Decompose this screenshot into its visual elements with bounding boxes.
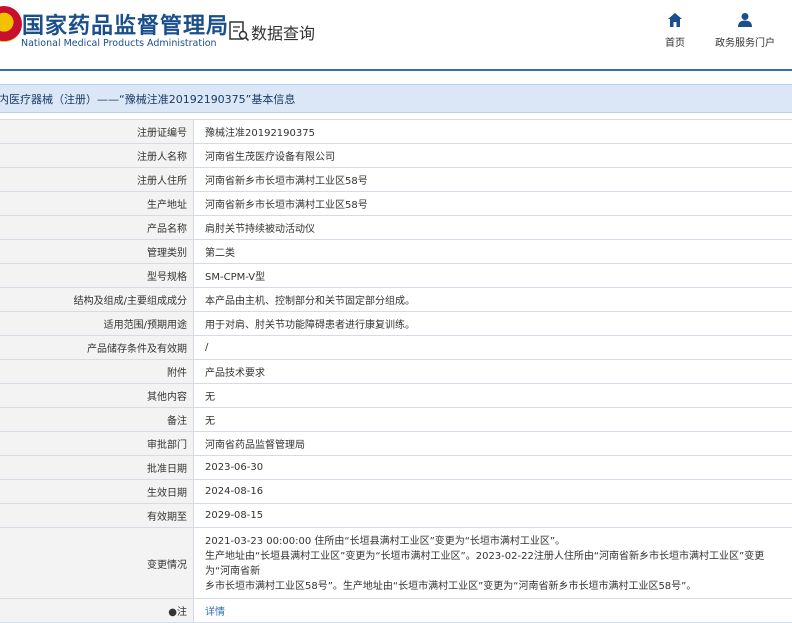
row-label: 审批部门: [0, 432, 194, 455]
row-value: 2024-08-16: [205, 486, 264, 497]
row-label: 备注: [0, 408, 194, 431]
nav-home[interactable]: 首页: [640, 12, 710, 49]
header-divider: [0, 69, 792, 71]
change-history-value: 2021-03-23 00:00:00 住所由“长垣县满村工业区”变更为“长垣市…: [205, 528, 785, 598]
nav-service-portal-label: 政务服务门户: [715, 38, 775, 49]
row-value: 河南省新乡市长垣市满村工业区58号: [205, 200, 368, 211]
table-row: 管理类别 第二类: [0, 240, 792, 264]
row-label: 结构及组成/主要组成成分: [0, 288, 194, 311]
row-value: 河南省新乡市长垣市满村工业区58号: [205, 176, 368, 187]
table-row: 注册人名称 河南省生茂医疗设备有限公司: [0, 144, 792, 168]
row-label: 附件: [0, 360, 194, 383]
table-row: 批准日期 2023-06-30: [0, 456, 792, 480]
site-title-cn[interactable]: 国家药品监督管理局: [22, 8, 229, 40]
row-label: 型号规格: [0, 264, 194, 287]
row-value: 用于对肩、肘关节功能障碍患者进行康复训练。: [205, 320, 415, 331]
home-icon: [668, 13, 682, 27]
table-row: 适用范围/预期用途 用于对肩、肘关节功能障碍患者进行康复训练。: [0, 312, 792, 336]
table-row: 其他内容无: [0, 384, 792, 408]
data-query-label: 数据查询: [251, 24, 316, 43]
row-value: /: [205, 342, 209, 353]
row-label: 批准日期: [0, 456, 194, 479]
row-label: 产品储存条件及有效期: [0, 336, 194, 359]
row-label: 变更情况: [0, 528, 194, 598]
table-row: 产品名称 肩肘关节持续被动活动仪: [0, 216, 792, 240]
table-row: 审批部门 河南省药品监督管理局: [0, 432, 792, 456]
row-label: 生产地址: [0, 192, 194, 215]
table-row: 生产地址 河南省新乡市长垣市满村工业区58号: [0, 192, 792, 216]
national-emblem-logo: [0, 6, 22, 42]
table-row: 附件 产品技术要求: [0, 360, 792, 384]
details-link[interactable]: 详情: [205, 603, 225, 618]
change-history-row: 变更情况 2021-03-23 00:00:00 住所由“长垣县满村工业区”变更…: [0, 528, 792, 599]
data-query-icon: [229, 21, 250, 42]
row-label: 产品名称: [0, 216, 194, 239]
row-label: 适用范围/预期用途: [0, 312, 194, 335]
table-row: 有效期至 2029-08-15: [0, 504, 792, 528]
row-value: 无: [205, 392, 215, 403]
row-label: 其他内容: [0, 384, 194, 407]
site-title-en: National Medical Products Administration: [21, 38, 217, 49]
row-label: 注册人住所: [0, 168, 194, 191]
change-line: 2021-03-23 00:00:00 住所由“长垣县满村工业区”变更为“长垣市…: [205, 536, 566, 547]
row-label: ●注: [0, 599, 194, 622]
nav-home-label: 首页: [665, 38, 685, 49]
table-row: 注册人住所 河南省新乡市长垣市满村工业区58号: [0, 168, 792, 192]
row-value: 第二类: [205, 248, 235, 259]
site-header: 国家药品监督管理局 National Medical Products Admi…: [0, 0, 792, 70]
note-row: ●注 详情: [0, 599, 792, 623]
row-value: 2023-06-30: [205, 462, 264, 473]
change-line: 生产地址由“长垣县满村工业区”变更为“长垣市满村工业区”。2023-02-22注…: [205, 551, 765, 577]
table-row: 注册证编号 豫械注准20192190375: [0, 120, 792, 144]
nav-service-portal[interactable]: 政务服务门户: [710, 12, 780, 49]
row-value: 2029-08-15: [205, 510, 264, 521]
row-value: 本产品由主机、控制部分和关节固定部分组成。: [205, 296, 415, 307]
row-value: 肩肘关节持续被动活动仪: [205, 224, 315, 235]
user-icon: [738, 13, 752, 27]
table-row: 结构及组成/主要组成成分 本产品由主机、控制部分和关节固定部分组成。: [0, 288, 792, 312]
row-value: 无: [205, 416, 215, 427]
table-row: 产品储存条件及有效期 /: [0, 336, 792, 360]
page-title-bar: 内医疗器械（注册）——“豫械注准20192190375”基本信息: [0, 84, 792, 113]
row-label: 注册证编号: [0, 120, 194, 143]
row-value: 河南省药品监督管理局: [205, 440, 305, 451]
row-label: 有效期至: [0, 504, 194, 527]
change-line: 乡市长垣市满村工业区58号”。生产地址由“长垣市满村工业区”变更为“河南省新乡市…: [205, 581, 697, 592]
row-label: 注册人名称: [0, 144, 194, 167]
page-title: 内医疗器械（注册）——“豫械注准20192190375”基本信息: [0, 93, 296, 106]
row-value: 豫械注准20192190375: [205, 128, 315, 139]
row-value: 产品技术要求: [205, 368, 265, 379]
detail-table: 注册证编号 豫械注准20192190375 注册人名称 河南省生茂医疗设备有限公司 …: [0, 119, 792, 623]
table-row: 生效日期 2024-08-16: [0, 480, 792, 504]
table-row: 备注无: [0, 408, 792, 432]
row-label: 生效日期: [0, 480, 194, 503]
row-value: SM-CPM-V型: [205, 272, 266, 283]
table-row: 型号规格 SM-CPM-V型: [0, 264, 792, 288]
row-label: 管理类别: [0, 240, 194, 263]
row-value: 河南省生茂医疗设备有限公司: [205, 152, 335, 163]
